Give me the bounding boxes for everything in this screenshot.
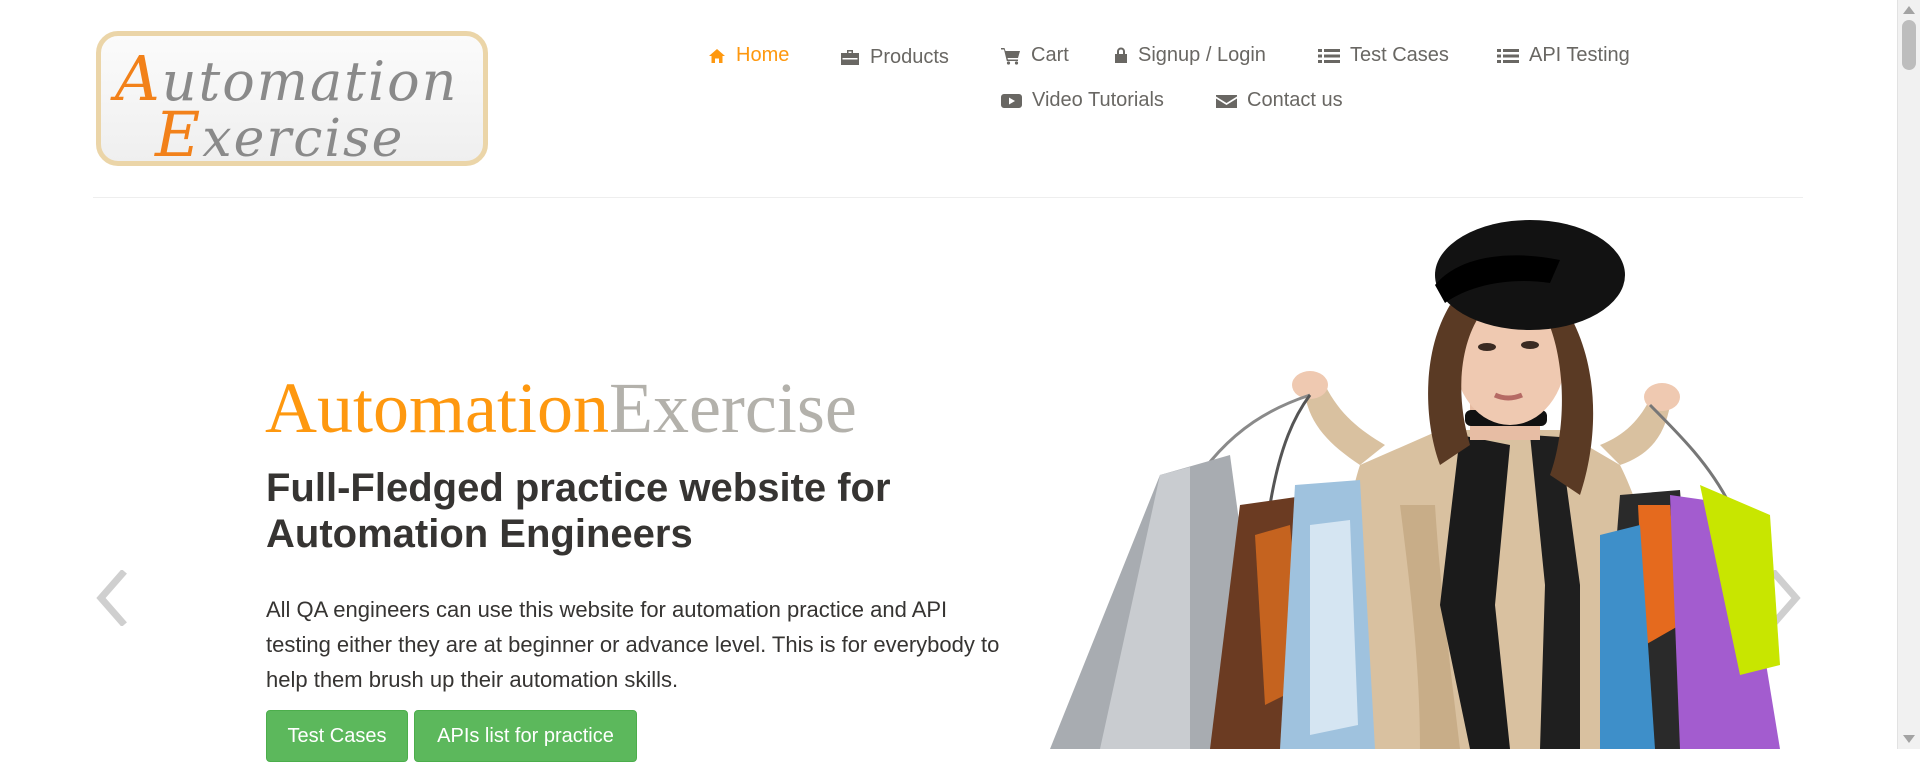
- lock-icon: [1115, 47, 1127, 63]
- envelope-icon: [1216, 94, 1237, 108]
- test-cases-button[interactable]: Test Cases: [266, 710, 408, 762]
- nav-api-testing[interactable]: API Testing: [1497, 44, 1630, 67]
- nav-contact-us-label: Contact us: [1247, 89, 1343, 111]
- briefcase-icon: [841, 49, 859, 65]
- nav-home-label: Home: [736, 44, 790, 66]
- nav-cart[interactable]: Cart: [1001, 44, 1069, 67]
- list-icon: [1497, 48, 1519, 63]
- youtube-play-icon: [1001, 93, 1022, 108]
- scrollbar-thumb[interactable]: [1902, 20, 1916, 70]
- nav-video-tutorials-label: Video Tutorials: [1032, 89, 1164, 111]
- home-icon: [709, 48, 725, 63]
- cart-icon: [1001, 47, 1020, 65]
- nav-products[interactable]: Products: [840, 46, 949, 69]
- nav-api-testing-label: API Testing: [1529, 44, 1630, 66]
- nav-test-cases-label: Test Cases: [1350, 44, 1449, 66]
- site-logo[interactable]: Automation Exercise: [96, 31, 488, 171]
- scroll-up-arrow-icon[interactable]: [1903, 6, 1915, 14]
- chevron-left-icon: [96, 570, 127, 626]
- nav-home[interactable]: Home: [708, 44, 789, 67]
- slide-brand-title: AutomationExercise: [265, 368, 857, 448]
- slide-headline: Full-Fledged practice website for Automa…: [266, 466, 891, 556]
- carousel-prev-button[interactable]: [95, 570, 127, 626]
- header-divider: [93, 197, 1803, 198]
- apis-list-button[interactable]: APIs list for practice: [414, 710, 637, 762]
- list-icon: [1318, 48, 1340, 63]
- slide-description: All QA engineers can use this website fo…: [266, 597, 1000, 692]
- nav-test-cases[interactable]: Test Cases: [1318, 44, 1449, 67]
- nav-signup-login-label: Signup / Login: [1138, 44, 1266, 66]
- nav-cart-label: Cart: [1031, 44, 1069, 66]
- nav-products-label: Products: [870, 46, 949, 68]
- logo-line-2: Exercise: [155, 98, 405, 171]
- nav-video-tutorials[interactable]: Video Tutorials: [1001, 89, 1164, 112]
- scroll-down-arrow-icon[interactable]: [1903, 735, 1915, 743]
- vertical-scrollbar[interactable]: [1897, 0, 1920, 749]
- nav-contact-us[interactable]: Contact us: [1216, 89, 1343, 112]
- nav-signup-login[interactable]: Signup / Login: [1114, 44, 1266, 67]
- hero-shopping-girl-image: [1050, 220, 1780, 749]
